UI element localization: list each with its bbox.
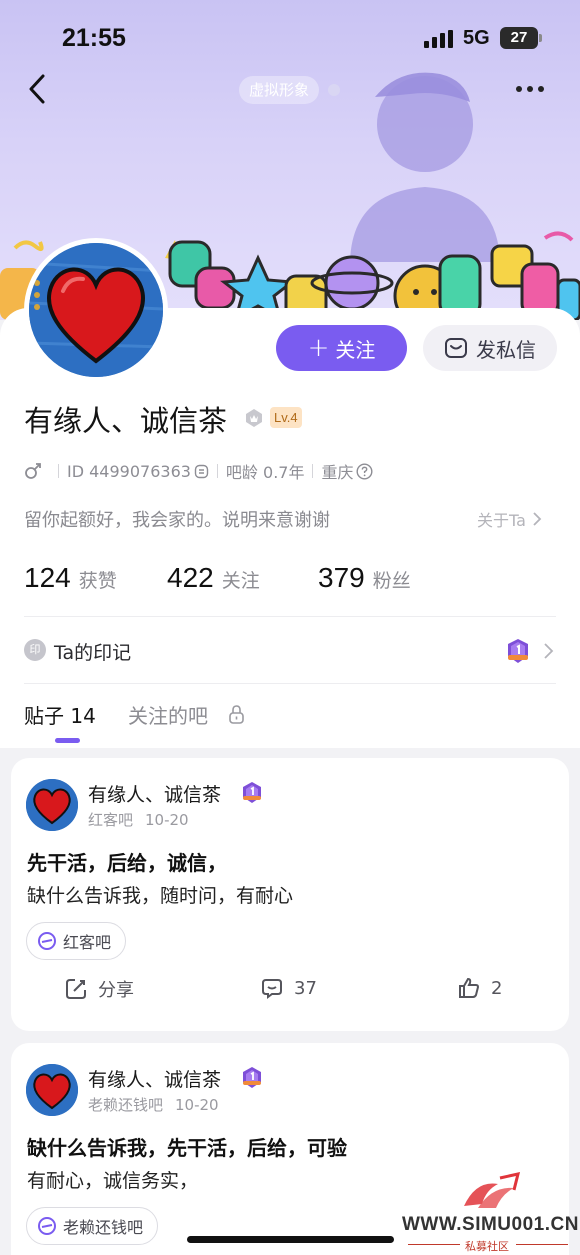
- lock-icon: [229, 705, 244, 724]
- post-author[interactable]: 有缘人、诚信茶: [88, 780, 221, 807]
- heart-avatar-icon: [29, 243, 163, 377]
- profile-avatar[interactable]: [24, 238, 168, 382]
- post-author[interactable]: 有缘人、诚信茶: [88, 1065, 221, 1092]
- tab-posts-label: 贴子: [24, 704, 64, 728]
- location: 重庆: [321, 463, 354, 482]
- post-actions: 分享 37 2: [11, 976, 569, 1008]
- follow-label: 关注: [335, 337, 376, 362]
- forum-tag-label: 老赖还钱吧: [63, 1218, 144, 1237]
- post-body[interactable]: 缺什么告诉我，随时问，有耐心: [27, 881, 293, 908]
- forum-icon: [38, 932, 56, 950]
- thumbs-up-icon: [459, 977, 480, 998]
- profile-bio: 留你起额好，我会家的。说明来意谢谢: [24, 510, 330, 531]
- mail-icon: [445, 338, 467, 358]
- stat-following[interactable]: 422 关注: [167, 562, 260, 594]
- profile-tabs: 贴子 14 关注的吧: [24, 700, 556, 746]
- active-tab-indicator: [55, 738, 80, 743]
- tab-posts[interactable]: 贴子 14: [24, 700, 96, 729]
- watermark-site: WWW.SIMU001.CN: [402, 1214, 579, 1235]
- tieba-age: 吧龄 0.7年: [225, 463, 305, 482]
- stat-likes[interactable]: 124 获赞: [24, 562, 117, 594]
- home-indicator[interactable]: [187, 1236, 394, 1243]
- stat-value: 379: [318, 562, 365, 593]
- medal-icon: [508, 639, 528, 663]
- username: 有缘人、诚信茶: [24, 404, 228, 438]
- copy-icon[interactable]: [194, 464, 209, 479]
- seal-icon: 印: [24, 639, 46, 661]
- send-message-button[interactable]: 发私信: [423, 325, 557, 371]
- stat-value: 422: [167, 562, 214, 593]
- tab-followed-bars[interactable]: 关注的吧: [128, 700, 208, 729]
- dot-icon: [328, 84, 340, 96]
- divider: [24, 616, 556, 617]
- stat-followers[interactable]: 379 粉丝: [318, 562, 411, 594]
- post-author-avatar[interactable]: [26, 779, 78, 831]
- back-arrow-icon[interactable]: [24, 72, 50, 106]
- share-button[interactable]: 分享: [64, 976, 134, 1002]
- site-watermark: WWW.SIMU001.CN 私募社区: [398, 1170, 580, 1255]
- post-date: 10-20: [145, 811, 189, 829]
- crown-icon: [246, 409, 262, 427]
- post-author-avatar[interactable]: [26, 1064, 78, 1116]
- post-forum[interactable]: 老赖还钱吧: [88, 1096, 163, 1114]
- share-icon: [66, 979, 86, 999]
- network-type: 5G: [463, 27, 490, 49]
- logo-icon: [464, 1172, 521, 1208]
- medal-icon: [243, 782, 261, 803]
- send-message-label: 发私信: [476, 337, 536, 362]
- post-title[interactable]: 缺什么告诉我，先干活，后给，可验: [27, 1132, 347, 1161]
- battery-icon: 27: [500, 27, 542, 49]
- comment-count: 37: [294, 977, 317, 999]
- seal-label: Ta的印记: [54, 642, 132, 664]
- stat-label: 关注: [221, 570, 260, 592]
- follow-button[interactable]: + 关注: [276, 325, 407, 371]
- help-icon[interactable]: [356, 462, 373, 480]
- chevron-right-icon: [544, 643, 554, 659]
- user-id: ID 4499076363: [67, 461, 191, 481]
- stat-label: 获赞: [78, 570, 117, 592]
- forum-tag-label: 红客吧: [63, 933, 112, 952]
- level-badge: Lv.4: [270, 407, 302, 428]
- about-link[interactable]: 关于Ta: [477, 507, 542, 531]
- more-options-icon[interactable]: [512, 84, 548, 94]
- like-count: 2: [491, 977, 503, 999]
- post-forum[interactable]: 红客吧: [88, 811, 133, 829]
- watermark-sub: 私募社区: [465, 1240, 509, 1253]
- divider: [24, 683, 556, 684]
- tab-posts-count: 14: [70, 704, 96, 728]
- post-meta: 红客吧 10-20: [88, 809, 189, 830]
- heart-avatar-icon: [26, 1064, 78, 1116]
- about-label: 关于Ta: [477, 511, 526, 530]
- status-time: 21:55: [62, 24, 126, 52]
- post-date: 10-20: [175, 1096, 219, 1114]
- like-button[interactable]: 2: [457, 976, 502, 1000]
- forum-icon: [38, 1217, 56, 1235]
- post-meta: 老赖还钱吧 10-20: [88, 1094, 219, 1115]
- status-bar: 21:55 5G 27: [0, 0, 580, 76]
- heart-avatar-icon: [26, 779, 78, 831]
- male-icon: [25, 463, 41, 479]
- post-title[interactable]: 先干活，后给，诚信，: [27, 847, 227, 876]
- comment-icon: [262, 979, 282, 999]
- post-body[interactable]: 有耐心，诚信务实，: [27, 1166, 198, 1193]
- medal-icon: [243, 1067, 261, 1088]
- stat-label: 粉丝: [372, 570, 411, 592]
- plus-icon: +: [307, 333, 330, 363]
- profile-meta: ID 4499076363 吧龄 0.7年 重庆: [24, 459, 373, 483]
- virtual-avatar-tag[interactable]: 虚拟形象: [239, 76, 320, 104]
- chevron-right-icon: [533, 512, 542, 526]
- comment-button[interactable]: 37: [260, 976, 317, 1000]
- forum-tag[interactable]: 老赖还钱吧: [26, 1207, 159, 1245]
- seal-row[interactable]: 印 Ta的印记: [24, 636, 556, 666]
- signal-icon: [424, 30, 454, 48]
- post-card[interactable]: 有缘人、诚信茶 红客吧 10-20 先干活，后给，诚信， 缺什么告诉我，随时问，有…: [11, 758, 569, 1031]
- share-label: 分享: [98, 980, 134, 1001]
- stat-value: 124: [24, 562, 71, 593]
- forum-tag[interactable]: 红客吧: [26, 922, 127, 960]
